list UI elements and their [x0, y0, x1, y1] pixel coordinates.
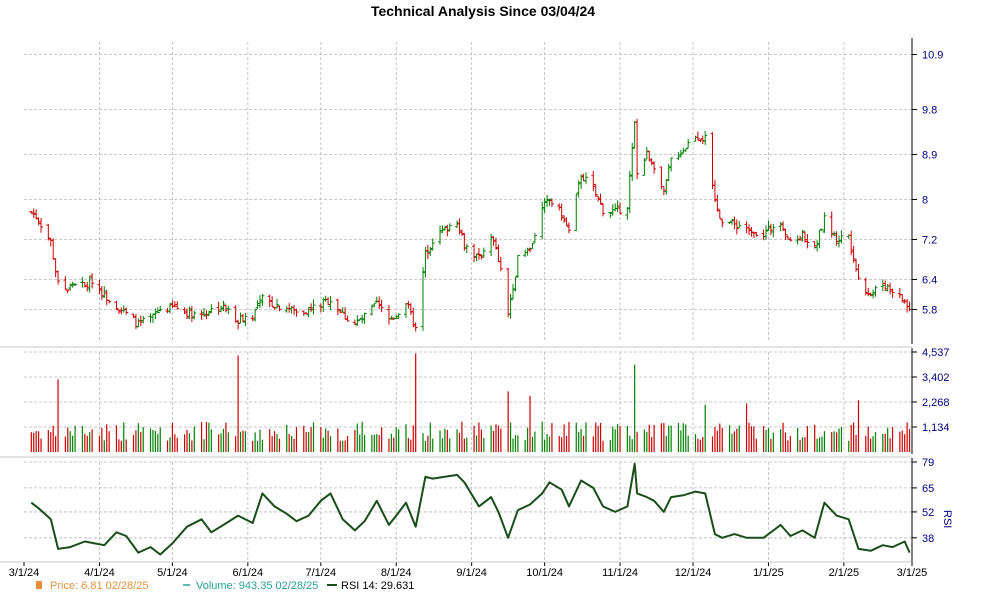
volume-tick-label: 3,402: [922, 372, 950, 384]
price-legend-swatch: [36, 581, 42, 589]
rsi-tick-label: 65: [922, 483, 934, 495]
volume-tick-label: 2,268: [922, 397, 950, 409]
volume-bars: [30, 353, 911, 452]
date-tick-label: 6/1/24: [233, 567, 264, 579]
date-tick-label: 11/1/24: [602, 567, 638, 579]
rsi-line-group: [30, 462, 911, 556]
volume-tick-label: 1,134: [922, 422, 950, 434]
date-tick-label: 10/1/24: [526, 567, 563, 579]
price-tick-label: 10.9: [922, 50, 943, 62]
price-tick-label: 6.4: [922, 275, 937, 287]
legend: Price: 6.81 02/28/25 Volume: 943.35 02/2…: [36, 580, 414, 592]
date-tick-label: 12/1/24: [675, 567, 712, 579]
price-legend-label: Price: 6.81 02/28/25: [50, 580, 148, 592]
chart-title: Technical Analysis Since 03/04/24: [371, 3, 595, 19]
date-tick-label: 8/1/24: [381, 567, 412, 579]
rsi-tick-label: 79: [922, 457, 934, 469]
price-tick-label: 8.9: [922, 150, 937, 162]
date-tick-label: 3/1/25: [897, 567, 928, 579]
rsi-axis-label: RSI: [941, 510, 953, 528]
price-tick-label: 5.8: [922, 305, 937, 317]
volume-legend-label: Volume: 943.35 02/28/25: [196, 580, 318, 592]
date-tick-label: 1/1/25: [753, 567, 784, 579]
volume-tick-label: 4,537: [922, 347, 950, 359]
axes: 5.8 6.4 7.2 8 8.9 9.8 10.9 1,134 2,268 3,402 4,537…: [0, 38, 953, 579]
grid-lines: [24, 42, 912, 560]
rsi-tick-label: 38: [922, 533, 934, 545]
price-bars: [29, 118, 912, 332]
date-tick-label: 4/1/24: [84, 567, 115, 579]
date-tick-label: 3/1/24: [9, 567, 40, 579]
price-tick-label: 8: [922, 195, 928, 207]
date-tick-label: 2/1/25: [829, 567, 860, 579]
date-tick-label: 9/1/24: [456, 567, 487, 579]
price-tick-label: 9.8: [922, 105, 937, 117]
rsi-tick-label: 52: [922, 507, 934, 519]
rsi-legend-label: RSI 14: 29.631: [341, 580, 414, 592]
date-tick-label: 5/1/24: [157, 567, 188, 579]
date-tick-label: 7/1/24: [306, 567, 337, 579]
rsi-line: [30, 462, 911, 556]
technical-analysis-chart: Technical Analysis Since 03/04/24 5.8 6.4…: [0, 3, 953, 592]
price-tick-label: 7.2: [922, 235, 937, 247]
